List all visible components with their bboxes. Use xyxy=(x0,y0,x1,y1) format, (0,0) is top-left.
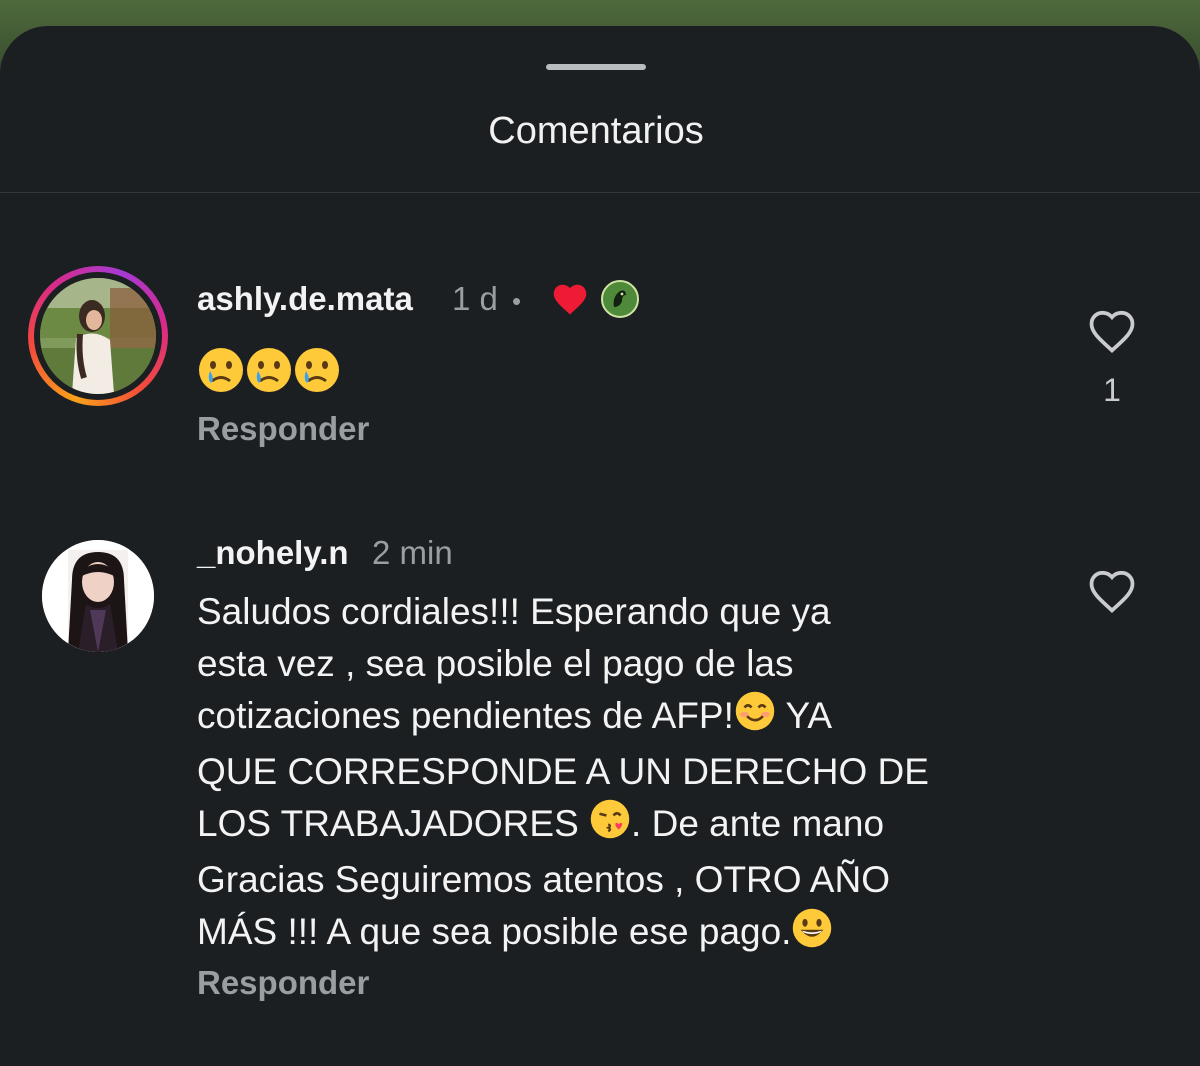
like-heart-icon[interactable] xyxy=(1086,308,1138,356)
divider xyxy=(0,192,1200,193)
heart-icon xyxy=(551,282,589,321)
afp-logo-icon xyxy=(600,279,640,324)
story-ring[interactable] xyxy=(28,266,168,406)
comment-text-line-with-emoji: LOS TRABAJADORES . De ante mano xyxy=(197,798,1037,854)
grinning-face-icon xyxy=(791,907,833,963)
comment-text-line: QUE CORRESPONDE A UN DERECHO DE xyxy=(197,751,929,793)
drag-handle[interactable] xyxy=(546,64,646,70)
comment-text-line: Gracias Seguiremos atentos , OTRO AÑO xyxy=(197,859,890,901)
comment-time: 2 min xyxy=(372,534,453,571)
comment-text-line: esta vez , sea posible el pago de las xyxy=(197,643,794,684)
like-heart-icon[interactable] xyxy=(1086,568,1138,616)
comment-text: Saludos cordiales!!! Esperando que ya es… xyxy=(197,586,1037,963)
comment-username[interactable]: ashly.de.mata xyxy=(197,280,413,318)
separator-dot: • xyxy=(512,286,522,316)
comment-text-segment: YA xyxy=(785,695,833,736)
crying-face-icon xyxy=(197,346,245,399)
kissing-face-icon xyxy=(589,798,631,854)
comment-text-line-with-emoji: cotizaciones pendientes de AFP! YA xyxy=(197,690,1037,746)
smiling-face-icon xyxy=(734,690,776,746)
like-count: 1 xyxy=(1103,372,1121,408)
avatar[interactable] xyxy=(40,278,156,394)
crying-face-icon xyxy=(245,346,293,399)
comment-text-segment: LOS TRABAJADORES xyxy=(197,803,590,845)
sheet-title: Comentarios xyxy=(488,110,704,152)
comment-time: 1 d xyxy=(452,280,498,317)
avatar[interactable] xyxy=(42,540,154,652)
comment-text-segment: . De ante mano xyxy=(631,803,885,845)
reply-button[interactable]: Responder xyxy=(197,410,369,448)
comment-text-segment: cotizaciones pendientes de AFP! xyxy=(197,695,734,736)
crying-face-icon xyxy=(293,346,341,399)
comment-text-line-with-emoji: MÁS !!! A que sea posible ese pago. xyxy=(197,906,1037,962)
reply-button[interactable]: Responder xyxy=(197,964,369,1002)
comment-emojis xyxy=(197,346,341,392)
comment-text-line: Saludos cordiales!!! Esperando que ya xyxy=(197,591,831,632)
comment-username[interactable]: _nohely.n xyxy=(197,534,349,572)
comment-text-segment: MÁS !!! A que sea posible ese pago. xyxy=(197,911,792,953)
